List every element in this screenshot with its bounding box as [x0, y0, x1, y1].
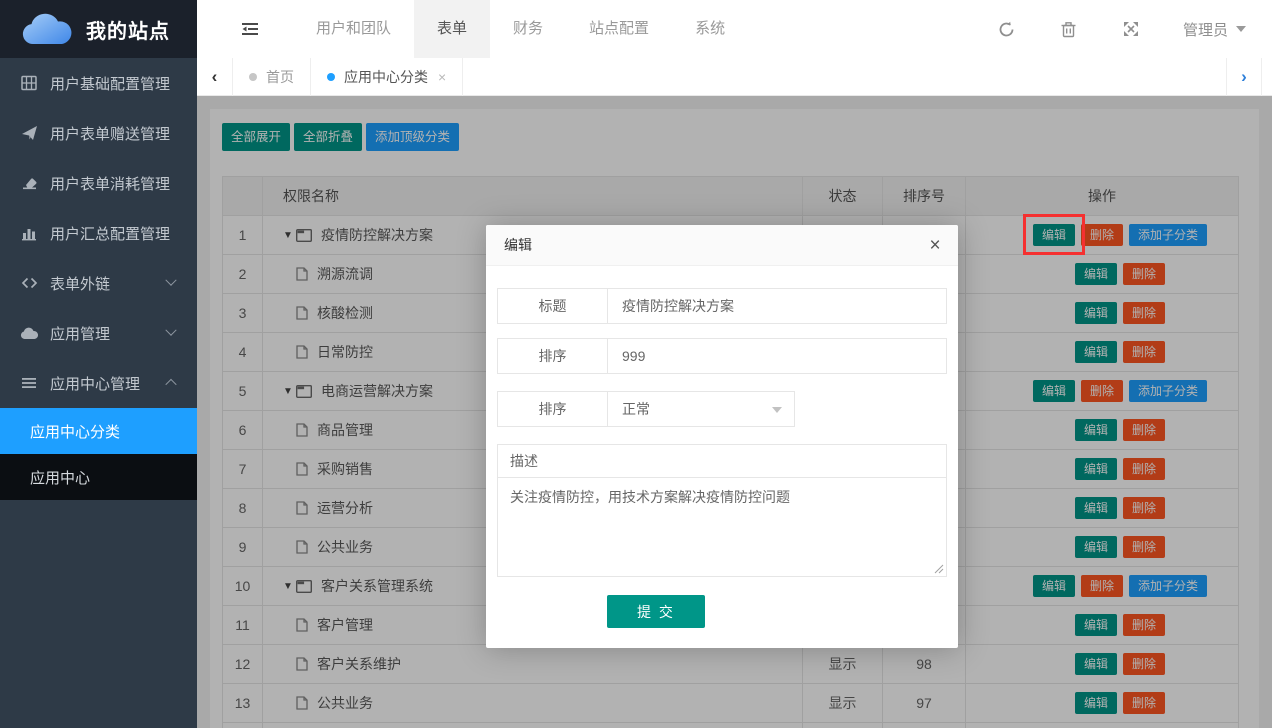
chevron-down-icon — [165, 275, 176, 286]
nav-item-1[interactable]: 表单 — [414, 0, 490, 58]
field-input-wrap — [608, 339, 946, 373]
logo: 我的站点 — [0, 0, 197, 58]
sidebar-subitem-1[interactable]: 应用中心 — [0, 454, 197, 500]
tab-dot-icon — [249, 73, 257, 81]
nav-item-0[interactable]: 用户和团队 — [293, 0, 414, 58]
submit-button[interactable]: 提 交 — [607, 595, 705, 628]
main-content: 全部展开全部折叠添加顶级分类 权限名称 状态 排序号 操作 1▼疫情防控解决方案… — [197, 96, 1272, 728]
nav-item-2[interactable]: 财务 — [490, 0, 566, 58]
chart-icon — [19, 226, 39, 241]
sidebar-item-label: 应用管理 — [50, 323, 110, 344]
eraser-icon — [19, 176, 39, 190]
top-bar: 我的站点 用户和团队表单财务站点配置系统 — [0, 0, 1272, 58]
link-icon — [19, 276, 39, 290]
tab-active-label: 应用中心分类 — [344, 67, 428, 87]
tabs-scroll-right-icon[interactable]: › — [1226, 58, 1262, 96]
nav-item-4[interactable]: 系统 — [672, 0, 748, 58]
chevron-up-icon — [165, 379, 176, 390]
sidebar-item-label: 用户汇总配置管理 — [50, 223, 170, 244]
sidebar-item-1[interactable]: 用户表单赠送管理 — [0, 108, 197, 158]
list-icon — [19, 377, 39, 389]
tabs-scroll-left-icon[interactable]: ‹ — [197, 58, 233, 96]
sidebar-item-6[interactable]: 应用中心管理 — [0, 358, 197, 408]
field-label: 排序 — [498, 339, 608, 373]
trash-icon[interactable] — [1059, 0, 1079, 58]
tab-close-icon[interactable]: × — [438, 69, 446, 85]
nav-item-3[interactable]: 站点配置 — [566, 0, 672, 58]
status-select[interactable]: 正常 — [608, 392, 794, 426]
resize-handle-icon[interactable] — [934, 564, 944, 574]
cloud-logo-icon — [20, 11, 72, 47]
sidebar-subitem-0[interactable]: 应用中心分类 — [0, 408, 197, 454]
sidebar-item-label: 表单外链 — [50, 273, 110, 294]
sidebar: 用户基础配置管理用户表单赠送管理用户表单消耗管理用户汇总配置管理表单外链应用管理… — [0, 58, 197, 728]
sidebar-item-5[interactable]: 应用管理 — [0, 308, 197, 358]
sidebar-item-2[interactable]: 用户表单消耗管理 — [0, 158, 197, 208]
field-label: 标题 — [498, 289, 608, 323]
field-input-wrap — [608, 289, 946, 323]
description-wrap — [497, 477, 947, 577]
dialog-title: 编辑 — [486, 225, 958, 266]
form-group-2: 排序正常 — [497, 391, 795, 427]
tab-home[interactable]: 首页 — [233, 58, 311, 96]
form-group-0: 标题 — [497, 288, 947, 324]
top-nav: 用户和团队表单财务站点配置系统 — [197, 0, 1272, 58]
site-title: 我的站点 — [86, 15, 170, 44]
sidebar-subitem-label: 应用中心分类 — [30, 421, 120, 442]
description-label: 描述 — [497, 444, 947, 478]
form-group-1: 排序 — [497, 338, 947, 374]
chevron-down-icon — [772, 407, 782, 413]
collapse-sidebar-icon[interactable] — [239, 0, 261, 58]
title-input[interactable] — [622, 298, 932, 314]
sidebar-item-label: 用户基础配置管理 — [50, 73, 170, 94]
app-window: 我的站点 用户和团队表单财务站点配置系统 — [0, 0, 1272, 728]
sidebar-item-label: 用户表单赠送管理 — [50, 123, 170, 144]
tab-bar: ‹ 首页 应用中心分类 × › — [197, 58, 1272, 96]
field-label: 排序 — [498, 392, 608, 426]
sidebar-item-3[interactable]: 用户汇总配置管理 — [0, 208, 197, 258]
admin-dropdown[interactable]: 管理员 — [1183, 0, 1246, 58]
chevron-down-icon — [165, 325, 176, 336]
dialog-close-icon[interactable]: × — [912, 225, 958, 266]
cloud-icon — [19, 327, 39, 340]
fullscreen-icon[interactable] — [1121, 0, 1141, 58]
send-icon — [19, 125, 39, 141]
tab-app-center-category[interactable]: 应用中心分类 × — [311, 58, 463, 96]
sidebar-item-0[interactable]: 用户基础配置管理 — [0, 58, 197, 108]
tab-home-label: 首页 — [266, 67, 294, 87]
description-textarea[interactable] — [498, 478, 946, 576]
sidebar-subitem-label: 应用中心 — [30, 467, 90, 488]
sidebar-item-label: 应用中心管理 — [50, 373, 140, 394]
chevron-down-icon — [1236, 26, 1246, 32]
sidebar-item-label: 用户表单消耗管理 — [50, 173, 170, 194]
grid-icon — [19, 75, 39, 91]
tab-dot-icon — [327, 73, 335, 81]
refresh-icon[interactable] — [997, 0, 1017, 58]
top-nav-right: 管理员 — [997, 0, 1272, 58]
edit-dialog: 编辑 × 标题排序排序正常 描述 提 交 — [486, 225, 958, 648]
admin-label: 管理员 — [1183, 19, 1228, 40]
sidebar-item-4[interactable]: 表单外链 — [0, 258, 197, 308]
select-value: 正常 — [622, 399, 650, 419]
sort-input[interactable] — [622, 348, 932, 364]
top-nav-items: 用户和团队表单财务站点配置系统 — [293, 0, 748, 58]
